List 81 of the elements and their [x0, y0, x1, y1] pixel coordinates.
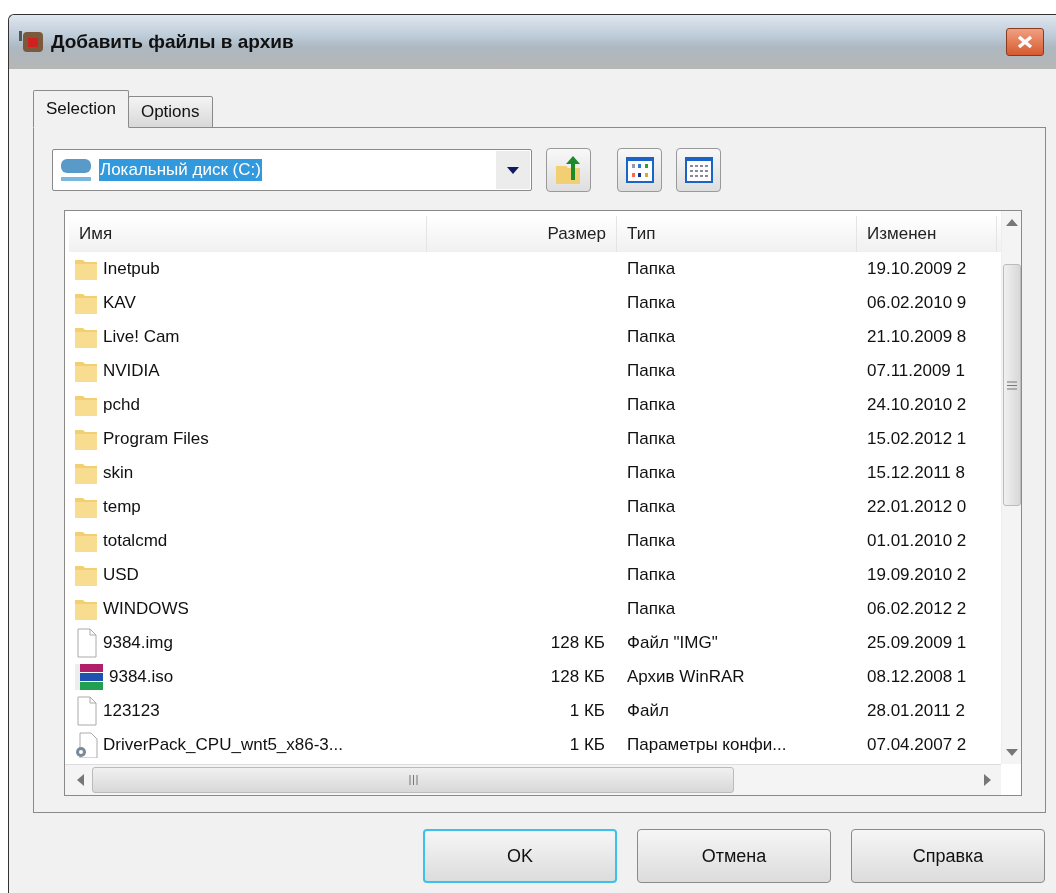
column-header[interactable]: Имя	[69, 216, 427, 252]
books-icon	[73, 662, 105, 692]
dialog-button[interactable]: Отмена	[637, 829, 831, 883]
file-name[interactable]: Program Files	[103, 429, 209, 449]
modified-date: 21.10.2009 8	[866, 327, 968, 347]
file-name[interactable]: NVIDIA	[103, 361, 160, 381]
close-icon	[1016, 35, 1034, 49]
column-header[interactable]: Изменен	[857, 216, 997, 252]
scroll-left-icon	[77, 774, 84, 786]
modified-date: 19.09.2010 2	[866, 565, 968, 585]
modified-date: 15.12.2011 8	[866, 463, 966, 483]
file-name[interactable]: pchd	[103, 395, 140, 415]
file-size: 128 КБ	[549, 633, 606, 653]
file-type: Файл	[626, 701, 670, 721]
tab[interactable]: Options	[127, 96, 213, 128]
file-size: 128 КБ	[549, 667, 606, 687]
grip-icon	[1006, 380, 1017, 390]
caret-icon	[507, 166, 519, 174]
scroll-up-icon	[1005, 219, 1018, 226]
file-type: Папка	[626, 497, 677, 517]
file-type: Папка	[626, 599, 677, 619]
file-name[interactable]: KAV	[103, 293, 136, 313]
grip-icon	[408, 775, 418, 785]
file-size: 1 КБ	[568, 735, 606, 755]
modified-date: 15.02.2012 1	[866, 429, 968, 449]
vertical-scrollbar[interactable]	[1001, 211, 1021, 764]
file-type: Архив WinRAR	[626, 667, 746, 687]
dialog-button[interactable]: OK	[423, 829, 617, 883]
modified-date: 06.02.2012 2	[866, 599, 968, 619]
file-name[interactable]: USD	[103, 565, 139, 585]
modified-date: 25.09.2009 1	[866, 633, 968, 653]
column-header[interactable]: Тип	[617, 216, 857, 252]
settings-file-icon	[73, 732, 99, 758]
file-type: Папка	[626, 429, 677, 449]
modified-date: 24.10.2010 2	[866, 395, 968, 415]
list-icon	[683, 156, 714, 184]
horizontal-scrollbar[interactable]	[65, 764, 1001, 795]
file-type: Папка	[626, 531, 677, 551]
file-type: Файл "IMG"	[626, 633, 719, 653]
file-name[interactable]: skin	[103, 463, 134, 483]
grid-icon	[624, 156, 655, 184]
file-type: Папка	[626, 463, 677, 483]
scroll-right-icon	[984, 774, 991, 786]
folder-up-button[interactable]	[546, 148, 591, 192]
dialog-button[interactable]: Справка	[851, 829, 1045, 883]
file-name[interactable]: 9384.iso	[109, 667, 174, 687]
modified-date: 19.10.2009 2	[866, 259, 968, 279]
file-type: Папка	[626, 327, 677, 347]
file-name[interactable]: Live! Cam	[103, 327, 180, 347]
selected-location: Локальный диск (C:)	[99, 159, 262, 181]
file-type: Папка	[626, 293, 677, 313]
file-name[interactable]: DriverPack_CPU_wnt5_x86-3...	[103, 735, 343, 755]
modified-date: 08.12.2008 1	[866, 667, 968, 687]
file-type: Папка	[626, 259, 677, 279]
file-name[interactable]: temp	[103, 497, 141, 517]
scroll-down-icon	[1005, 749, 1018, 756]
file-name[interactable]: 9384.img	[103, 633, 173, 653]
modified-date: 28.01.2011 2	[866, 701, 966, 721]
file-type: Папка	[626, 361, 677, 381]
file-type: Параметры конфи...	[626, 735, 788, 755]
file-type: Папка	[626, 395, 677, 415]
file-name[interactable]: totalcmd	[103, 531, 168, 551]
window-title: Добавить файлы в архив	[51, 31, 295, 53]
modified-date: 07.04.2007 2	[866, 735, 968, 755]
file-name[interactable]: Inetpub	[103, 259, 160, 279]
file-type: Папка	[626, 565, 677, 585]
modified-date: 22.01.2012 0	[866, 497, 968, 517]
dropdown-button[interactable]	[496, 151, 530, 189]
scroll-thumb[interactable]	[1002, 264, 1021, 506]
modified-date: 06.02.2010 9	[866, 293, 968, 313]
modified-date: 01.01.2010 2	[866, 531, 968, 551]
scroll-thumb[interactable]	[92, 767, 734, 793]
file-name[interactable]: WINDOWS	[103, 599, 189, 619]
close-button[interactable]	[1006, 28, 1044, 56]
details-view-button[interactable]	[676, 148, 721, 192]
file-name[interactable]: 123123	[103, 701, 160, 721]
column-header[interactable]: Размер	[427, 216, 617, 252]
modified-date: 07.11.2009 1	[866, 361, 966, 381]
file-size: 1 КБ	[568, 701, 606, 721]
tab[interactable]: Selection	[33, 90, 129, 128]
icons-view-button[interactable]	[617, 148, 662, 192]
